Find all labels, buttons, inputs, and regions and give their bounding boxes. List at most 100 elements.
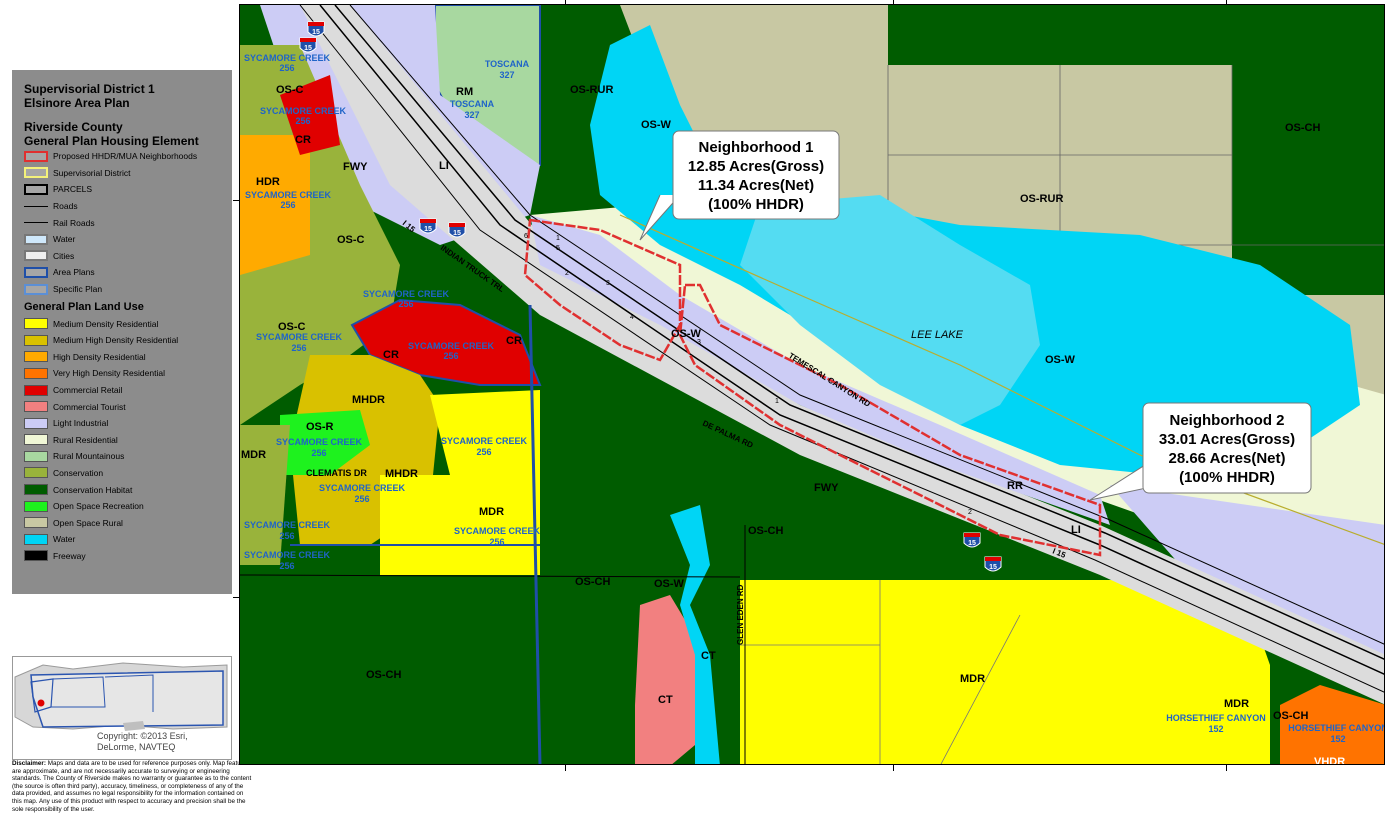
sp-syc-10: SYCAMORE CREEK (454, 526, 541, 536)
road-glen-eden: GLEN EDEN RD (736, 584, 745, 645)
locator-copyright: Copyright: ©2013 Esri, DeLorme, NAVTEQ (97, 731, 217, 753)
legend-label: Water (53, 234, 76, 245)
frame-tick (233, 597, 239, 598)
sp-toscana-b-num: 327 (464, 110, 479, 120)
sp-syc-6-num: 256 (443, 351, 458, 361)
label-mdr-1: MDR (241, 449, 266, 461)
legend-swatch (24, 434, 48, 446)
legend-row: Open Space Recreation (24, 498, 232, 515)
sp-horse-1-num: 152 (1208, 724, 1223, 734)
legend-label: Area Plans (53, 267, 95, 278)
map-legend: Supervisorial District 1 Elsinore Area P… (12, 70, 232, 594)
label-mdr-3: MDR (960, 673, 985, 685)
copyright-line-2: DeLorme, NAVTEQ (97, 742, 176, 752)
sp-syc-7-num: 256 (311, 448, 326, 458)
label-os-ch-2: OS-CH (748, 525, 784, 537)
label-os-ch-1: OS-CH (1285, 122, 1321, 134)
sp-syc-9: SYCAMORE CREEK (319, 483, 406, 493)
sp-syc-11: SYCAMORE CREEK (244, 520, 331, 530)
legend-row: Freeway (24, 548, 232, 565)
sp-horse-1: HORSETHIEF CANYON (1166, 713, 1266, 723)
legend-swatch (24, 550, 48, 562)
sp-toscana-a-num: 327 (499, 70, 514, 80)
legend-swatch (24, 517, 48, 529)
callout-1-title: Neighborhood 1 (699, 139, 814, 156)
sp-syc-9-num: 256 (354, 494, 369, 504)
label-os-r: OS-R (306, 421, 334, 433)
parcel-num-3: 3 (606, 280, 610, 287)
label-vhdr: VHDR (1314, 756, 1345, 765)
label-li-2: LI (1071, 524, 1081, 536)
legend-swatch (24, 467, 48, 479)
label-li-1: LI (439, 160, 449, 172)
legend-label: Medium High Density Residential (53, 335, 179, 346)
label-os-c-1: OS-C (276, 84, 304, 96)
legend-label: Water (53, 534, 76, 545)
parcel-num-1b: 1 (556, 235, 560, 242)
callout-1-net: 11.34 Acres(Net) (698, 177, 814, 194)
legend-label: Rural Mountainous (53, 451, 125, 462)
frame-tick (233, 200, 239, 201)
i15-shield: 15 (963, 532, 981, 548)
legend-label: Proposed HHDR/MUA Neighborhoods (53, 151, 198, 162)
legend-row: PARCELS (24, 181, 232, 198)
legend-row: Water (24, 531, 232, 548)
sp-syc-1-num: 256 (279, 63, 294, 73)
legend-label: Commercial Tourist (53, 401, 126, 412)
legend-swatch (24, 205, 48, 207)
legend-subtitle-county: Riverside County (24, 120, 123, 134)
legend-swatch (24, 233, 48, 245)
legend-row: Rural Residential (24, 432, 232, 449)
label-ct-1: CT (658, 694, 673, 706)
legend-label: Cities (53, 250, 75, 261)
legend-label: Very High Density Residential (53, 368, 165, 379)
legend-swatch (24, 250, 48, 262)
label-os-ch-3: OS-CH (575, 576, 611, 588)
disclaimer-text: Maps and data are to be used for referen… (12, 760, 252, 813)
legend-label: Rail Roads (53, 217, 95, 228)
legend-label: Conservation (53, 467, 104, 478)
frame-tick (893, 0, 894, 5)
disclaimer: Disclaimer: Maps and data are to be used… (12, 760, 252, 819)
sp-syc-8-num: 256 (476, 447, 491, 457)
legend-label: Open Space Recreation (53, 501, 144, 512)
legend-label: High Density Residential (53, 351, 146, 362)
label-mdr-4: MDR (1224, 698, 1249, 710)
sp-horse-2: HORSETHIEF CANYON (1288, 723, 1385, 733)
legend-row: High Density Residential (24, 349, 232, 366)
legend-row: Commercial Retail (24, 382, 232, 399)
i15-shield: 15 (307, 21, 325, 37)
legend-swatch (24, 183, 48, 195)
legend-swatch (24, 484, 48, 496)
i15-shield-num: 15 (312, 29, 320, 36)
frame-tick (565, 765, 566, 771)
disclaimer-lead: Disclaimer: (12, 760, 46, 767)
label-mdr-2: MDR (479, 506, 504, 518)
label-os-ch-5: OS-CH (1273, 710, 1309, 722)
label-cr-1: CR (295, 134, 311, 146)
sp-syc-1: SYCAMORE CREEK (244, 53, 331, 63)
sp-syc-10-num: 256 (489, 537, 504, 547)
legend-swatch (24, 167, 48, 179)
sp-syc-4: SYCAMORE CREEK (363, 289, 450, 299)
legend-label: Rural Residential (53, 434, 118, 445)
legend-label: Supervisorial District (53, 167, 131, 178)
parcel-num-5: 5 (556, 245, 560, 252)
legend-row: Conservation Habitat (24, 481, 232, 498)
land-use-map: Neighborhood 1 12.85 Acres(Gross) 11.34 … (239, 4, 1385, 765)
legend-swatch (24, 318, 48, 330)
legend-row: Water (24, 231, 232, 248)
sp-syc-12-num: 256 (279, 561, 294, 571)
legend-row: Medium Density Residential (24, 315, 232, 332)
legend-land-use-title: General Plan Land Use (24, 301, 144, 314)
legend-label: Conservation Habitat (53, 484, 133, 495)
legend-swatch (24, 367, 48, 379)
label-fwy-2: FWY (814, 482, 839, 494)
legend-label: Roads (53, 201, 78, 212)
sp-syc-12: SYCAMORE CREEK (244, 550, 331, 560)
i15-shield-num: 15 (424, 226, 432, 233)
sp-syc-11-num: 256 (279, 531, 294, 541)
legend-row: Rural Mountainous (24, 448, 232, 465)
road-clematis: CLEMATIS DR (306, 468, 367, 478)
legend-swatch (24, 266, 48, 278)
